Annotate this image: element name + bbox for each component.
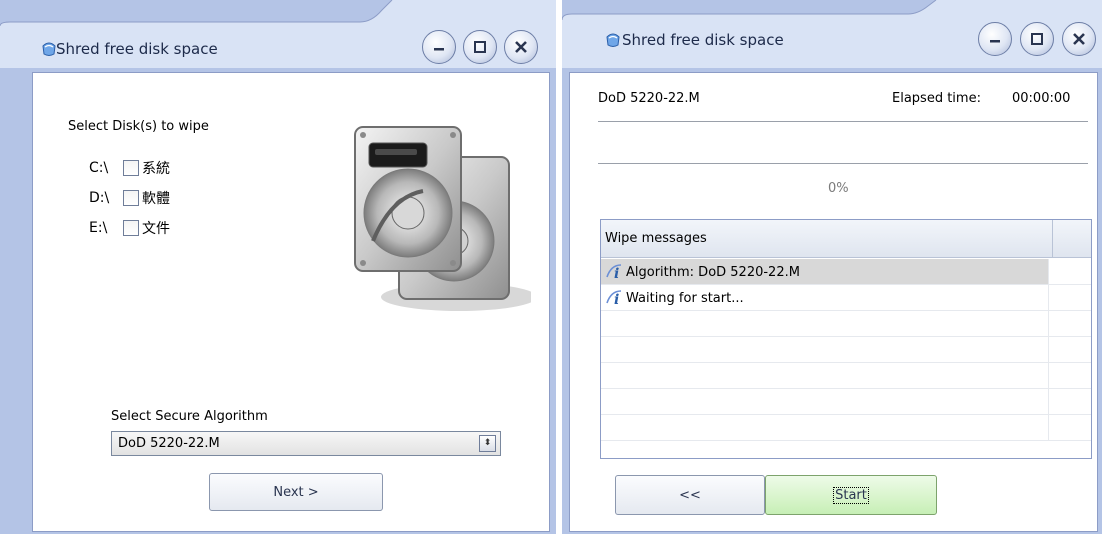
disk-d-checkbox[interactable] [123,190,139,206]
maximize-icon [1031,33,1043,45]
svg-text:i: i [614,266,619,281]
minimize-button[interactable] [978,22,1012,56]
progress-percent: 0% [828,181,849,196]
column-header-label: Wipe messages [605,231,707,246]
start-button-label: Start [833,486,869,504]
list-item[interactable]: i Algorithm: DoD 5220-22.M [601,259,1091,285]
window-title: Shred free disk space [56,40,218,58]
minimize-button[interactable] [422,30,456,64]
list-header: Wipe messages [601,220,1091,258]
list-item [601,363,1091,389]
select-disks-label: Select Disk(s) to wipe [68,119,209,134]
title-bar[interactable]: Shred free disk space [0,0,556,68]
list-item [601,337,1091,363]
column-header[interactable]: Wipe messages [601,220,1053,258]
setup-panel: Select Disk(s) to wipe C:\ 系統 D:\ 軟體 E:\… [32,72,550,532]
list-item [601,415,1091,441]
maximize-icon [474,41,486,53]
disk-label: 系統 [142,161,170,177]
disk-label: 軟體 [142,191,170,207]
close-button[interactable] [504,30,538,64]
shred-window-setup: Shred free disk space Select Disk(s) to … [0,0,556,534]
minimize-icon [990,40,1000,43]
close-button[interactable] [1062,22,1096,56]
svg-text:i: i [614,292,619,307]
disk-row-c: C:\ 系統 [89,157,170,179]
info-icon: i [606,264,622,281]
progress-bar [598,163,1088,164]
message-text: Algorithm: DoD 5220-22.M [626,264,800,280]
elapsed-time-label: Elapsed time: [892,91,981,106]
message-text: Waiting for start... [626,290,744,306]
wipe-messages-list[interactable]: Wipe messages i Algorithm: DoD 5220-22.M [600,219,1092,459]
disk-label: 文件 [142,221,170,237]
title-bar[interactable]: Shred free disk space [562,0,1102,68]
algorithm-value: DoD 5220-22.M [118,436,220,451]
window-title: Shred free disk space [622,31,784,49]
close-icon [515,41,527,53]
list-item [601,311,1091,337]
list-item[interactable]: i Waiting for start... [601,285,1091,311]
progress-panel: DoD 5220-22.M Elapsed time: 00:00:00 0% … [569,72,1098,532]
algorithm-label: Select Secure Algorithm [111,409,268,424]
start-button[interactable]: Start [765,475,937,515]
back-button[interactable]: << [615,475,765,515]
disk-c-checkbox[interactable] [123,160,139,176]
disk-e-checkbox[interactable] [123,220,139,236]
list-item [601,389,1091,415]
info-icon: i [606,290,622,307]
drive-letter: C:\ [89,160,109,176]
maximize-button[interactable] [463,30,497,64]
algorithm-select[interactable]: DoD 5220-22.M ⬍ [111,431,501,456]
drive-letter: E:\ [89,220,108,236]
drive-letter: D:\ [89,190,110,206]
disk-row-d: D:\ 軟體 [89,187,170,209]
next-button[interactable]: Next > [209,473,383,511]
elapsed-time-value: 00:00:00 [1012,91,1071,106]
shred-window-progress: Shred free disk space DoD 5220-22.M Elap… [562,0,1102,534]
hard-drive-icon [354,126,531,311]
minimize-icon [434,48,444,51]
shred-app-icon [606,33,620,47]
spinner-arrows-icon[interactable]: ⬍ [479,435,496,452]
current-algorithm: DoD 5220-22.M [598,91,700,106]
close-icon [1073,33,1085,45]
disk-row-e: E:\ 文件 [89,217,170,239]
divider [598,121,1088,122]
maximize-button[interactable] [1020,22,1054,56]
